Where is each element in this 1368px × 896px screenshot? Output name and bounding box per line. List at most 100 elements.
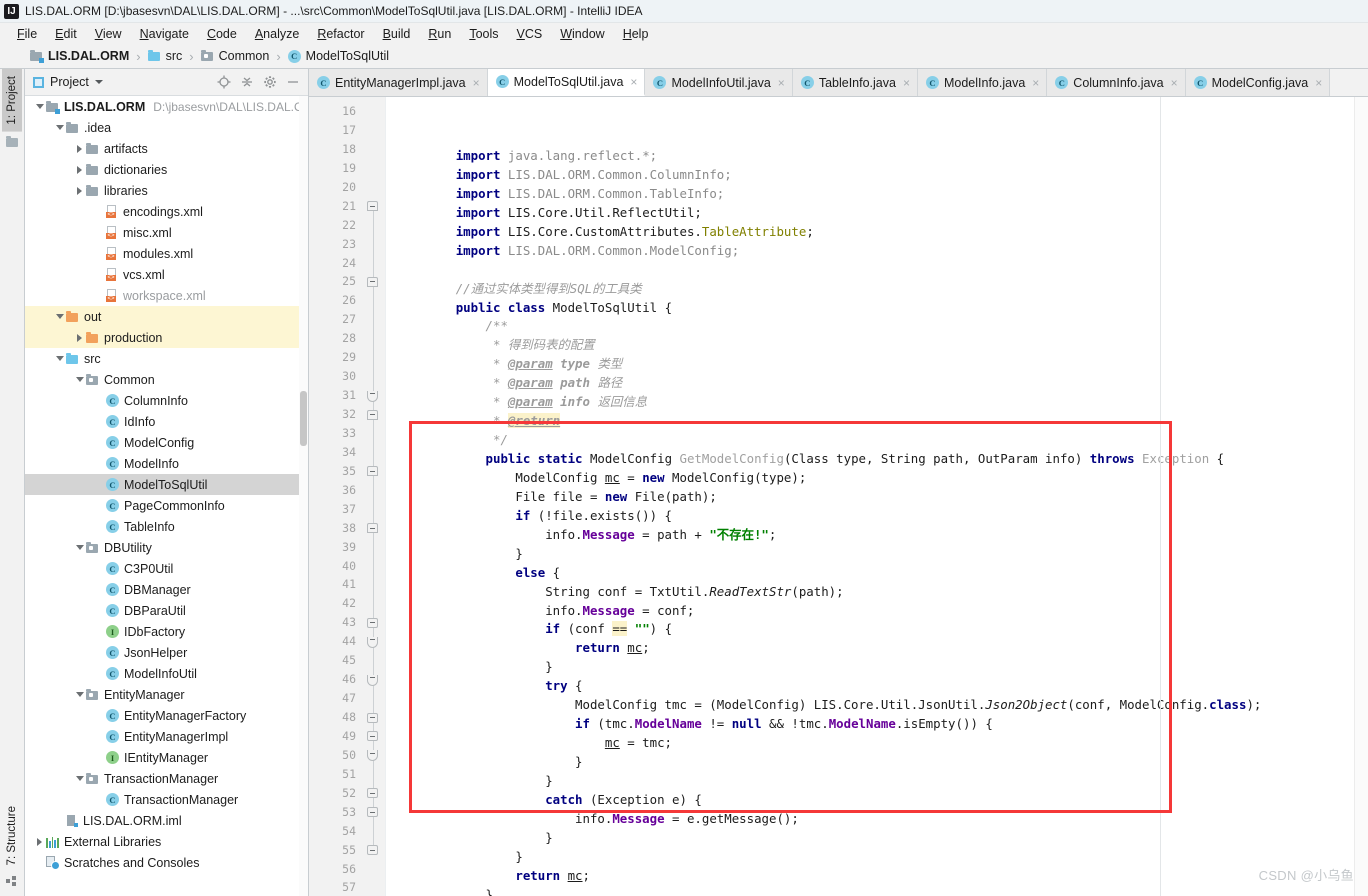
breadcrumb-item-lis-dal-orm[interactable]: LIS.DAL.ORM [26,49,133,63]
menu-item-view[interactable]: View [86,25,131,43]
project-tree[interactable]: LIS.DAL.ORM D:\jbasesvn\DAL\LIS.DAL.ORM .i… [25,96,308,896]
fold-marker-icon[interactable] [367,636,378,648]
tree-node-dbmanager[interactable]: C DBManager [25,579,308,600]
gear-icon[interactable] [263,75,277,89]
project-panel-title-group[interactable]: Project [33,75,103,89]
menu-item-window[interactable]: Window [551,25,613,43]
tree-node-modeltosqlutil[interactable]: C ModelToSqlUtil [25,474,308,495]
fold-marker-icon[interactable] [367,807,378,818]
code-editor[interactable]: 16 17 18 19 20 21 22 23 24 25 26 27 28 29 30 31 32 33 34 35… [309,97,1368,896]
tree-node-transactionmanager[interactable]: TransactionManager [25,768,308,789]
fold-marker-icon[interactable] [367,712,378,723]
chevron-down-icon[interactable] [73,545,86,550]
tree-node-entitymanager[interactable]: EntityManager [25,684,308,705]
tree-node-dbparautil[interactable]: C DBParaUtil [25,600,308,621]
fold-marker-icon[interactable] [367,276,378,287]
breadcrumb-item-common[interactable]: Common [197,49,274,63]
menu-item-help[interactable]: Help [614,25,658,43]
project-tree-scrollbar[interactable] [299,96,308,896]
close-icon[interactable]: × [1032,76,1039,90]
collapse-all-icon[interactable] [240,75,254,89]
fold-marker-icon[interactable] [367,523,378,534]
chevron-right-icon[interactable] [73,144,86,153]
fold-marker-icon[interactable] [367,390,378,402]
tree-node-idinfo[interactable]: C IdInfo [25,411,308,432]
tree-node-modelinfo[interactable]: C ModelInfo [25,453,308,474]
tree-node-workspace-xml[interactable]: <> workspace.xml [25,285,308,306]
editor-tab-modelconfig-java[interactable]: C ModelConfig.java × [1185,69,1331,96]
tree-node-common[interactable]: Common [25,369,308,390]
tree-node-entitymanagerimpl[interactable]: C EntityManagerImpl [25,726,308,747]
locate-icon[interactable] [217,75,231,89]
menu-item-analyze[interactable]: Analyze [246,25,308,43]
chevron-down-icon[interactable] [73,776,86,781]
tree-node-lis-dal-orm[interactable]: LIS.DAL.ORM D:\jbasesvn\DAL\LIS.DAL.ORM [25,96,308,117]
tree-node-lis-dal-orm-iml[interactable]: LIS.DAL.ORM.iml [25,810,308,831]
menu-item-vcs[interactable]: VCS [508,25,552,43]
editor-tab-entitymanagerimpl-java[interactable]: C EntityManagerImpl.java × [309,69,488,96]
tree-node-out[interactable]: out [25,306,308,327]
editor-tab-modelinfoutil-java[interactable]: C ModelInfoUtil.java × [645,69,793,96]
close-icon[interactable]: × [473,76,480,90]
tree-node-jsonhelper[interactable]: C JsonHelper [25,642,308,663]
tree-node-pagecommoninfo[interactable]: C PageCommonInfo [25,495,308,516]
close-icon[interactable]: × [778,76,785,90]
chevron-down-icon[interactable] [33,104,46,109]
fold-marker-icon[interactable] [367,788,378,799]
fold-marker-icon[interactable] [367,674,378,686]
tree-node-ientitymanager[interactable]: I IEntityManager [25,747,308,768]
menu-item-run[interactable]: Run [419,25,460,43]
tree-node-libraries[interactable]: libraries [25,180,308,201]
close-icon[interactable]: × [1315,76,1322,90]
tree-node-modelconfig[interactable]: C ModelConfig [25,432,308,453]
tree-node-encodings-xml[interactable]: <> encodings.xml [25,201,308,222]
chevron-right-icon[interactable] [73,186,86,195]
fold-marker-icon[interactable] [367,409,378,420]
chevron-down-icon[interactable] [53,356,66,361]
editor-tab-modeltosqlutil-java[interactable]: C ModelToSqlUtil.java × [487,69,646,96]
tree-node-modelinfoutil[interactable]: C ModelInfoUtil [25,663,308,684]
fold-marker-icon[interactable] [367,731,378,742]
close-icon[interactable]: × [903,76,910,90]
tree-node-external-libraries[interactable]: External Libraries [25,831,308,852]
close-icon[interactable]: × [1171,76,1178,90]
tree-node-transactionmanager[interactable]: C TransactionManager [25,789,308,810]
chevron-down-icon[interactable] [53,125,66,130]
chevron-right-icon[interactable] [73,165,86,174]
tree-node-columninfo[interactable]: C ColumnInfo [25,390,308,411]
project-tree-scrollbar-thumb[interactable] [300,391,307,446]
tree-node--idea[interactable]: .idea [25,117,308,138]
tree-node-entitymanagerfactory[interactable]: C EntityManagerFactory [25,705,308,726]
breadcrumb-item-modeltosqlutil[interactable]: C ModelToSqlUtil [284,49,393,63]
chevron-down-icon[interactable] [73,377,86,382]
tool-window-button-project[interactable]: 1: Project [2,69,22,132]
tree-node-idbfactory[interactable]: I IDbFactory [25,621,308,642]
fold-marker-icon[interactable] [367,845,378,856]
editor-tab-columninfo-java[interactable]: C ColumnInfo.java × [1047,69,1186,96]
menu-item-file[interactable]: File [8,25,46,43]
tree-node-src[interactable]: src [25,348,308,369]
chevron-right-icon[interactable] [33,837,46,846]
menu-item-edit[interactable]: Edit [46,25,86,43]
tree-node-tableinfo[interactable]: C TableInfo [25,516,308,537]
code-text[interactable]: import java.lang.reflect.*; import LIS.D… [386,97,1354,896]
tree-node-dictionaries[interactable]: dictionaries [25,159,308,180]
fold-marker-icon[interactable] [367,466,378,477]
menu-item-navigate[interactable]: Navigate [131,25,198,43]
tree-node-artifacts[interactable]: artifacts [25,138,308,159]
chevron-right-icon[interactable] [73,333,86,342]
menu-item-refactor[interactable]: Refactor [308,25,373,43]
tree-node-production[interactable]: production [25,327,308,348]
fold-marker-icon[interactable] [367,201,378,212]
editor-tab-modelinfo-java[interactable]: C ModelInfo.java × [917,69,1048,96]
chevron-down-icon[interactable] [94,80,103,84]
breadcrumb-item-src[interactable]: src [144,49,187,63]
tree-node-dbutility[interactable]: DBUtility [25,537,308,558]
menu-item-build[interactable]: Build [374,25,420,43]
menu-item-tools[interactable]: Tools [460,25,507,43]
tree-node-vcs-xml[interactable]: <> vcs.xml [25,264,308,285]
tree-node-scratches-and-consoles[interactable]: Scratches and Consoles [25,852,308,873]
tree-node-misc-xml[interactable]: <> misc.xml [25,222,308,243]
chevron-down-icon[interactable] [73,692,86,697]
chevron-down-icon[interactable] [53,314,66,319]
